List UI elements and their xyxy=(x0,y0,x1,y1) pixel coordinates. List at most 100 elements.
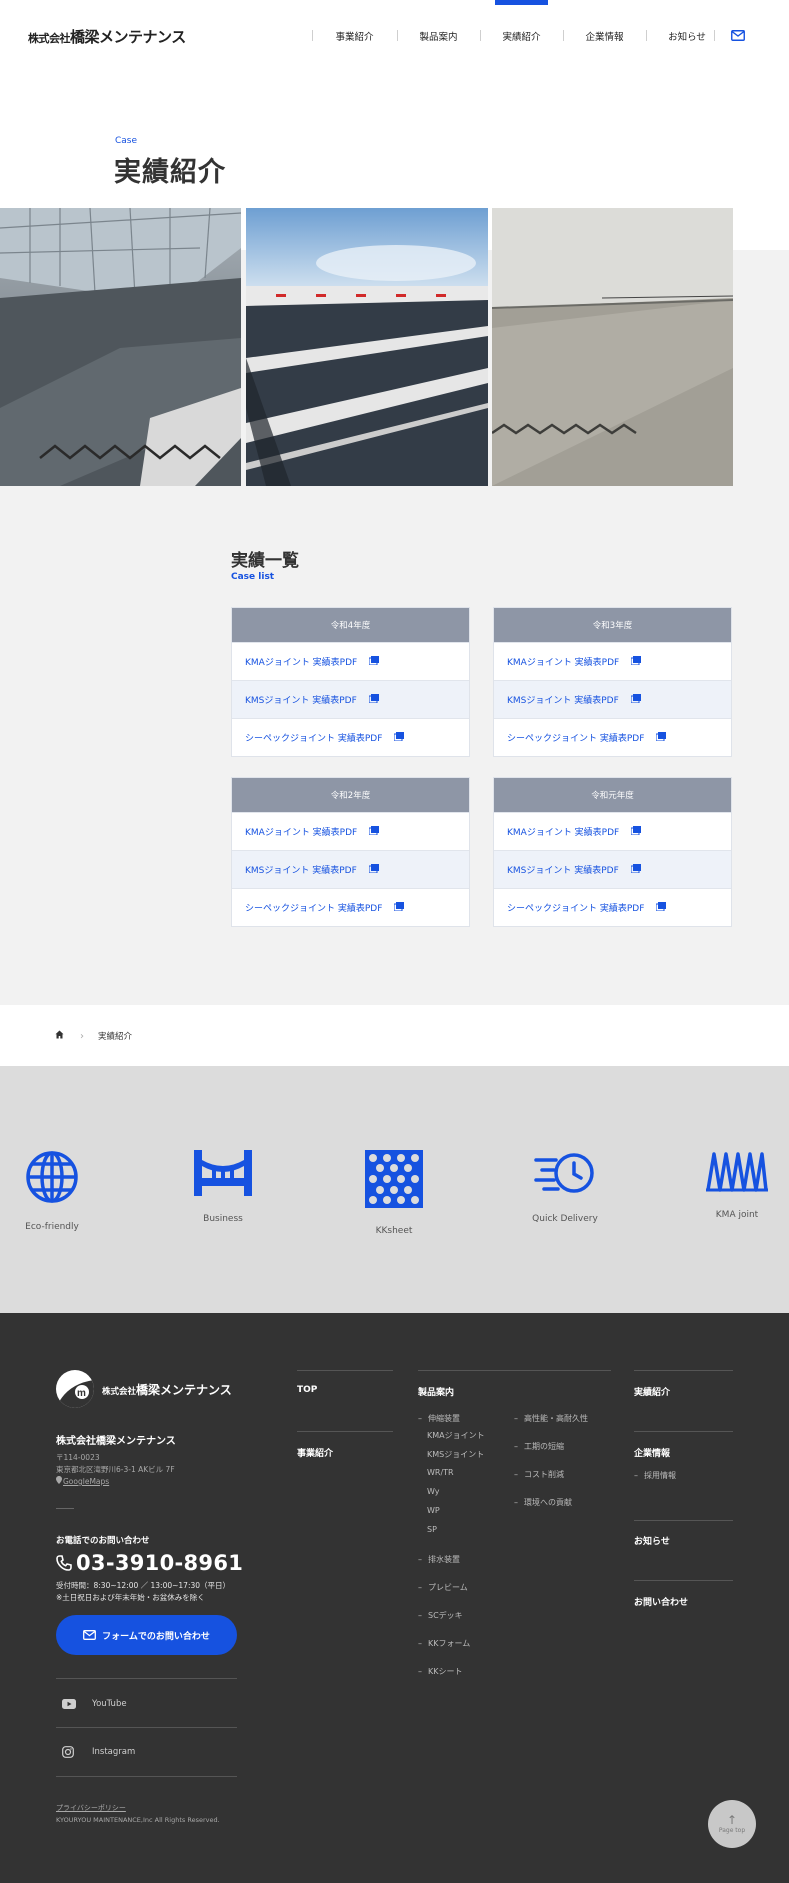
footer-nav-products[interactable]: 製品案内 xyxy=(418,1385,454,1398)
pdf-link[interactable]: KMAジョイント 実績表PDF xyxy=(232,642,469,680)
holiday-note: ※土日祝日および年末年始・お盆休みを除く xyxy=(56,1593,205,1602)
google-maps-link[interactable]: GoogleMaps xyxy=(56,1476,109,1486)
footer-sub-kksheet[interactable]: KKシート xyxy=(418,1666,463,1677)
pdf-link[interactable]: シーペックジョイント 実績表PDF xyxy=(494,888,731,926)
footer-nav-top[interactable]: TOP xyxy=(297,1385,317,1395)
case-table: 令和4年度 KMAジョイント 実績表PDF KMSジョイント 実績表PDF シー… xyxy=(231,607,470,757)
pdf-file-icon xyxy=(630,655,642,668)
pdf-link[interactable]: KMSジョイント 実績表PDF xyxy=(494,850,731,888)
footer-sub-drainage[interactable]: 排水装置 xyxy=(418,1554,460,1565)
footer-sub-wp[interactable]: WP xyxy=(427,1506,440,1515)
divider xyxy=(634,1520,733,1521)
table-year-header: 令和2年度 xyxy=(232,778,469,812)
case-table: 令和元年度 KMAジョイント 実績表PDF KMSジョイント 実績表PDF シー… xyxy=(493,777,732,927)
breadcrumb-current: 実績紹介 xyxy=(98,1032,133,1042)
privacy-policy-link[interactable]: プライバシーポリシー xyxy=(56,1803,126,1813)
footer-sub-kkform[interactable]: KKフォーム xyxy=(418,1638,470,1649)
feature-quick-delivery[interactable]: Quick Delivery xyxy=(505,1150,625,1224)
site-logo[interactable]: 株式会社橋梁メンテナンス xyxy=(28,26,186,47)
pdf-file-icon xyxy=(368,825,380,838)
copyright: KYOURYOU MAINTENANCE,Inc All Rights Rese… xyxy=(56,1816,220,1824)
feature-business[interactable]: Business xyxy=(163,1150,283,1224)
arrow-up-icon: ↑ xyxy=(726,1813,738,1827)
divider xyxy=(297,1431,393,1432)
svg-text:m: m xyxy=(77,1388,86,1399)
breadcrumb: › 実績紹介 xyxy=(55,1029,132,1043)
footer-sub-expansion[interactable]: 伸縮装置 xyxy=(418,1413,460,1424)
footer-sub-feature[interactable]: 高性能・高耐久性 xyxy=(514,1413,588,1424)
pdf-link[interactable]: KMAジョイント 実績表PDF xyxy=(494,642,731,680)
footer-sub-prebeam[interactable]: プレビーム xyxy=(418,1582,468,1593)
phone-number[interactable]: 03-3910-8961 xyxy=(56,1551,243,1575)
pdf-link[interactable]: KMSジョイント 実績表PDF xyxy=(232,850,469,888)
site-footer: m 株式会社橋梁メンテナンス 株式会社橋梁メンテナンス 〒114-0023 東京… xyxy=(0,1313,789,1883)
contact-mail-button[interactable] xyxy=(714,25,748,45)
footer-nav-news[interactable]: お知らせ xyxy=(634,1534,670,1547)
instagram-link[interactable]: Instagram xyxy=(56,1727,237,1777)
case-table: 令和2年度 KMAジョイント 実績表PDF KMSジョイント 実績表PDF シー… xyxy=(231,777,470,927)
nav-item-company[interactable]: 企業情報 xyxy=(563,0,646,72)
divider xyxy=(56,1508,74,1509)
pdf-link[interactable]: シーペックジョイント 実績表PDF xyxy=(232,888,469,926)
nav-item-news[interactable]: お知らせ xyxy=(646,0,728,72)
mail-icon xyxy=(731,29,745,41)
footer-sub-feature[interactable]: 環境への貢献 xyxy=(514,1497,572,1508)
footer-sub-kms[interactable]: KMSジョイント xyxy=(427,1449,484,1460)
divider xyxy=(634,1370,733,1371)
pdf-link[interactable]: KMSジョイント 実績表PDF xyxy=(494,680,731,718)
footer-nav-case[interactable]: 実績紹介 xyxy=(634,1385,670,1398)
bridge-icon xyxy=(194,1150,252,1196)
case-photo-2 xyxy=(246,208,488,486)
mesh-sheet-icon xyxy=(365,1150,423,1208)
footer-sub-feature[interactable]: コスト削減 xyxy=(514,1469,564,1480)
chevron-right-icon: › xyxy=(80,1030,84,1042)
contact-form-button[interactable]: フォームでのお問い合わせ xyxy=(56,1615,237,1655)
pdf-file-icon xyxy=(368,693,379,706)
pdf-file-icon xyxy=(630,863,641,876)
feature-kksheet[interactable]: KKsheet xyxy=(334,1150,454,1236)
footer-nav-company[interactable]: 企業情報 xyxy=(634,1446,670,1459)
breadcrumb-home[interactable] xyxy=(55,1030,64,1042)
footer-sub-scdeck[interactable]: SCデッキ xyxy=(418,1610,463,1621)
pdf-file-icon xyxy=(393,901,405,914)
pdf-link[interactable]: シーペックジョイント 実績表PDF xyxy=(494,718,731,756)
nav-item-case[interactable]: 実績紹介 xyxy=(480,0,563,72)
postal-code: 〒114-0023 xyxy=(56,1453,100,1462)
footer-sub-sp[interactable]: SP xyxy=(427,1525,437,1534)
feature-eco-friendly[interactable]: Eco-friendly xyxy=(0,1150,112,1232)
nav-item-products[interactable]: 製品案内 xyxy=(397,0,480,72)
youtube-link[interactable]: YouTube xyxy=(56,1678,237,1728)
footer-logo[interactable]: m 株式会社橋梁メンテナンス xyxy=(56,1370,232,1408)
divider xyxy=(634,1580,733,1581)
globe-icon xyxy=(26,1151,78,1203)
home-icon xyxy=(55,1030,64,1039)
footer-nav-business[interactable]: 事業紹介 xyxy=(297,1446,333,1459)
pdf-link[interactable]: KMSジョイント 実績表PDF xyxy=(232,680,469,718)
map-pin-icon xyxy=(56,1476,62,1484)
footer-sub-wrtr[interactable]: WR/TR xyxy=(427,1468,454,1477)
pdf-file-icon xyxy=(393,731,405,744)
global-nav: 事業紹介 製品案内 実績紹介 企業情報 お知らせ xyxy=(312,0,728,72)
case-photo-1 xyxy=(0,208,241,486)
pdf-file-icon xyxy=(630,693,641,706)
instagram-icon xyxy=(56,1746,92,1758)
footer-sub-feature[interactable]: 工期の短縮 xyxy=(514,1441,564,1452)
pdf-file-icon xyxy=(655,901,667,914)
nav-item-business[interactable]: 事業紹介 xyxy=(312,0,397,72)
pdf-link[interactable]: KMAジョイント 実績表PDF xyxy=(232,812,469,850)
footer-sub-wy[interactable]: Wy xyxy=(427,1487,440,1496)
page-top-button[interactable]: ↑ Page top xyxy=(708,1800,756,1848)
logo-mark-icon: m xyxy=(56,1370,94,1408)
footer-sub-kma[interactable]: KMAジョイント xyxy=(427,1430,485,1441)
feature-kma-joint[interactable]: KMA joint xyxy=(677,1150,789,1220)
divider xyxy=(418,1370,611,1371)
mail-icon xyxy=(83,1630,97,1640)
case-photo-3 xyxy=(492,208,733,486)
table-year-header: 令和4年度 xyxy=(232,608,469,642)
table-year-header: 令和3年度 xyxy=(494,608,731,642)
pdf-link[interactable]: シーペックジョイント 実績表PDF xyxy=(232,718,469,756)
company-name: 株式会社橋梁メンテナンス xyxy=(56,1436,176,1447)
pdf-link[interactable]: KMAジョイント 実績表PDF xyxy=(494,812,731,850)
footer-sub-recruit[interactable]: 採用情報 xyxy=(634,1470,676,1481)
footer-nav-contact[interactable]: お問い合わせ xyxy=(634,1595,688,1608)
